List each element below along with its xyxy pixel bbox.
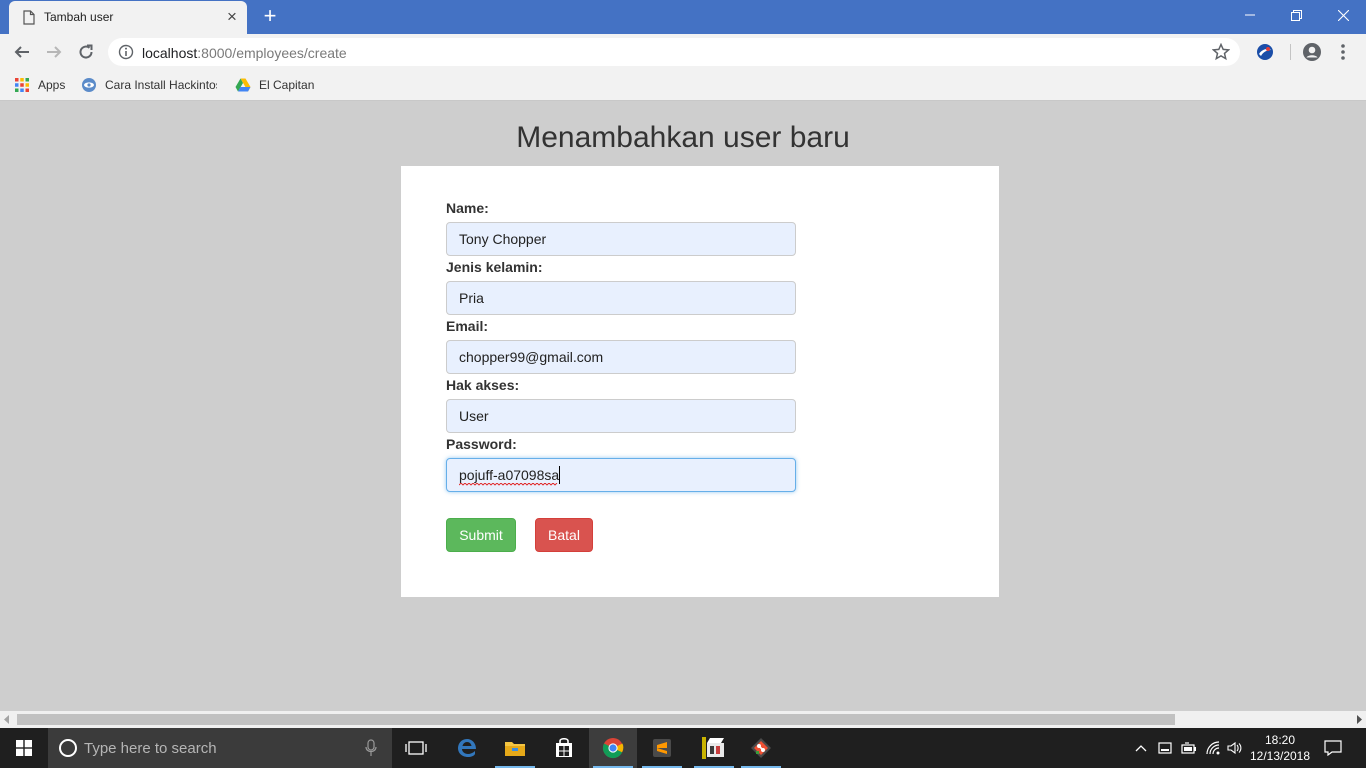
- apps-grid-icon: [15, 78, 29, 92]
- arrow-left-icon: [14, 46, 29, 58]
- hackintosh-site-icon: [82, 78, 96, 92]
- horizontal-scrollbar[interactable]: [0, 711, 1366, 728]
- restore-icon: [1290, 9, 1302, 21]
- task-view-icon: [405, 741, 427, 755]
- taskbar-store[interactable]: [540, 728, 588, 768]
- email-input[interactable]: [446, 340, 796, 374]
- taskbar-chrome[interactable]: [589, 728, 637, 768]
- password-label: Password:: [446, 436, 517, 452]
- bookmarks-bar: Apps Cara Install Hackintos El Capitan: [0, 70, 1366, 101]
- start-button[interactable]: [0, 728, 48, 768]
- scrollbar-thumb[interactable]: [17, 714, 1175, 725]
- windows-taskbar: Type here to search 18:20 12/13/2018: [0, 728, 1366, 768]
- email-label: Email:: [446, 318, 489, 334]
- bookmark-el-capitan[interactable]: El Capitan: [235, 76, 314, 94]
- arrow-right-icon: [47, 46, 62, 58]
- task-view-button[interactable]: [392, 728, 440, 768]
- url-host: localhost: [142, 45, 198, 61]
- clock-date: 12/13/2018: [1249, 749, 1311, 763]
- battery-icon[interactable]: [1181, 740, 1197, 756]
- cortana-icon: [59, 739, 77, 757]
- extension-icon[interactable]: [1256, 43, 1274, 61]
- url-text: localhost:8000/employees/create: [142, 45, 347, 61]
- bookmark-label: Cara Install Hackintos: [105, 78, 217, 92]
- page-title: Menambahkan user baru: [516, 121, 850, 154]
- access-label: Hak akses:: [446, 377, 520, 393]
- tray-chevron-up-icon[interactable]: [1133, 740, 1149, 756]
- google-drive-icon: [235, 78, 251, 92]
- file-explorer-icon: [505, 742, 525, 756]
- create-user-form: Name: Jenis kelamin: Email: Hak akses: P…: [401, 166, 999, 597]
- sublime-text-icon: [653, 739, 671, 757]
- bookmark-apps[interactable]: Apps: [14, 76, 65, 94]
- back-button[interactable]: [10, 40, 34, 64]
- taskbar-sublime[interactable]: [638, 728, 686, 768]
- name-label: Name:: [446, 200, 489, 216]
- scroll-right-arrow-icon[interactable]: [1355, 715, 1363, 724]
- microphone-icon[interactable]: [364, 739, 378, 757]
- browser-tab-active[interactable]: Tambah user ×: [9, 1, 247, 34]
- browser-titlebar: Tambah user × +: [0, 0, 1366, 34]
- reload-icon: [79, 44, 93, 59]
- bookmark-hackintosh[interactable]: Cara Install Hackintos: [81, 76, 217, 94]
- profile-avatar-icon[interactable]: [1302, 42, 1322, 62]
- close-icon: [1337, 9, 1349, 21]
- info-icon: [118, 44, 134, 60]
- taskbar-edge[interactable]: [443, 728, 491, 768]
- access-input[interactable]: [446, 399, 796, 433]
- submit-button[interactable]: Submit: [446, 518, 516, 552]
- gender-label: Jenis kelamin:: [446, 259, 543, 275]
- taskbar-clock[interactable]: 18:20 12/13/2018: [1240, 732, 1320, 764]
- taskbar-video-editor[interactable]: [690, 728, 738, 768]
- clock-time: 18:20: [1264, 733, 1296, 747]
- scroll-left-arrow-icon[interactable]: [3, 715, 11, 724]
- bookmark-label: El Capitan: [259, 78, 315, 92]
- cancel-button[interactable]: Batal: [535, 518, 593, 552]
- git-icon: [751, 738, 771, 758]
- tab-title: Tambah user: [44, 10, 114, 24]
- tray-device-icon[interactable]: [1157, 740, 1173, 756]
- more-menu-icon[interactable]: [1335, 42, 1351, 62]
- browser-toolbar: localhost:8000/employees/create: [0, 34, 1366, 70]
- close-window-button[interactable]: [1320, 0, 1366, 30]
- password-value: pojuff-a07098sa: [459, 467, 560, 483]
- windows-logo-icon: [16, 740, 32, 756]
- text-caret: [559, 466, 560, 484]
- address-bar[interactable]: localhost:8000/employees/create: [108, 38, 1240, 66]
- bookmark-label: Apps: [38, 78, 66, 92]
- tab-close-icon[interactable]: ×: [223, 8, 241, 26]
- url-path: :8000/employees/create: [197, 45, 347, 61]
- reload-button[interactable]: [74, 40, 98, 64]
- chrome-icon: [602, 738, 624, 759]
- taskbar-git[interactable]: [737, 728, 785, 768]
- page-icon: [23, 10, 35, 25]
- action-center-icon[interactable]: [1324, 740, 1342, 756]
- toolbar-separator: [1290, 44, 1291, 60]
- restore-button[interactable]: [1273, 0, 1319, 30]
- store-icon: [556, 738, 572, 757]
- taskbar-search[interactable]: Type here to search: [48, 728, 392, 768]
- forward-button[interactable]: [42, 40, 66, 64]
- video-editor-icon: [702, 737, 724, 759]
- taskbar-file-explorer[interactable]: [491, 728, 539, 768]
- spellcheck-underline: [459, 483, 558, 486]
- gender-input[interactable]: [446, 281, 796, 315]
- name-input[interactable]: [446, 222, 796, 256]
- bookmark-star-icon[interactable]: [1212, 43, 1230, 61]
- new-tab-button[interactable]: +: [258, 4, 282, 28]
- search-placeholder: Type here to search: [84, 740, 217, 757]
- edge-icon: [458, 739, 476, 757]
- minimize-icon: [1245, 14, 1255, 16]
- wifi-icon[interactable]: [1205, 740, 1221, 756]
- minimize-button[interactable]: [1227, 0, 1273, 30]
